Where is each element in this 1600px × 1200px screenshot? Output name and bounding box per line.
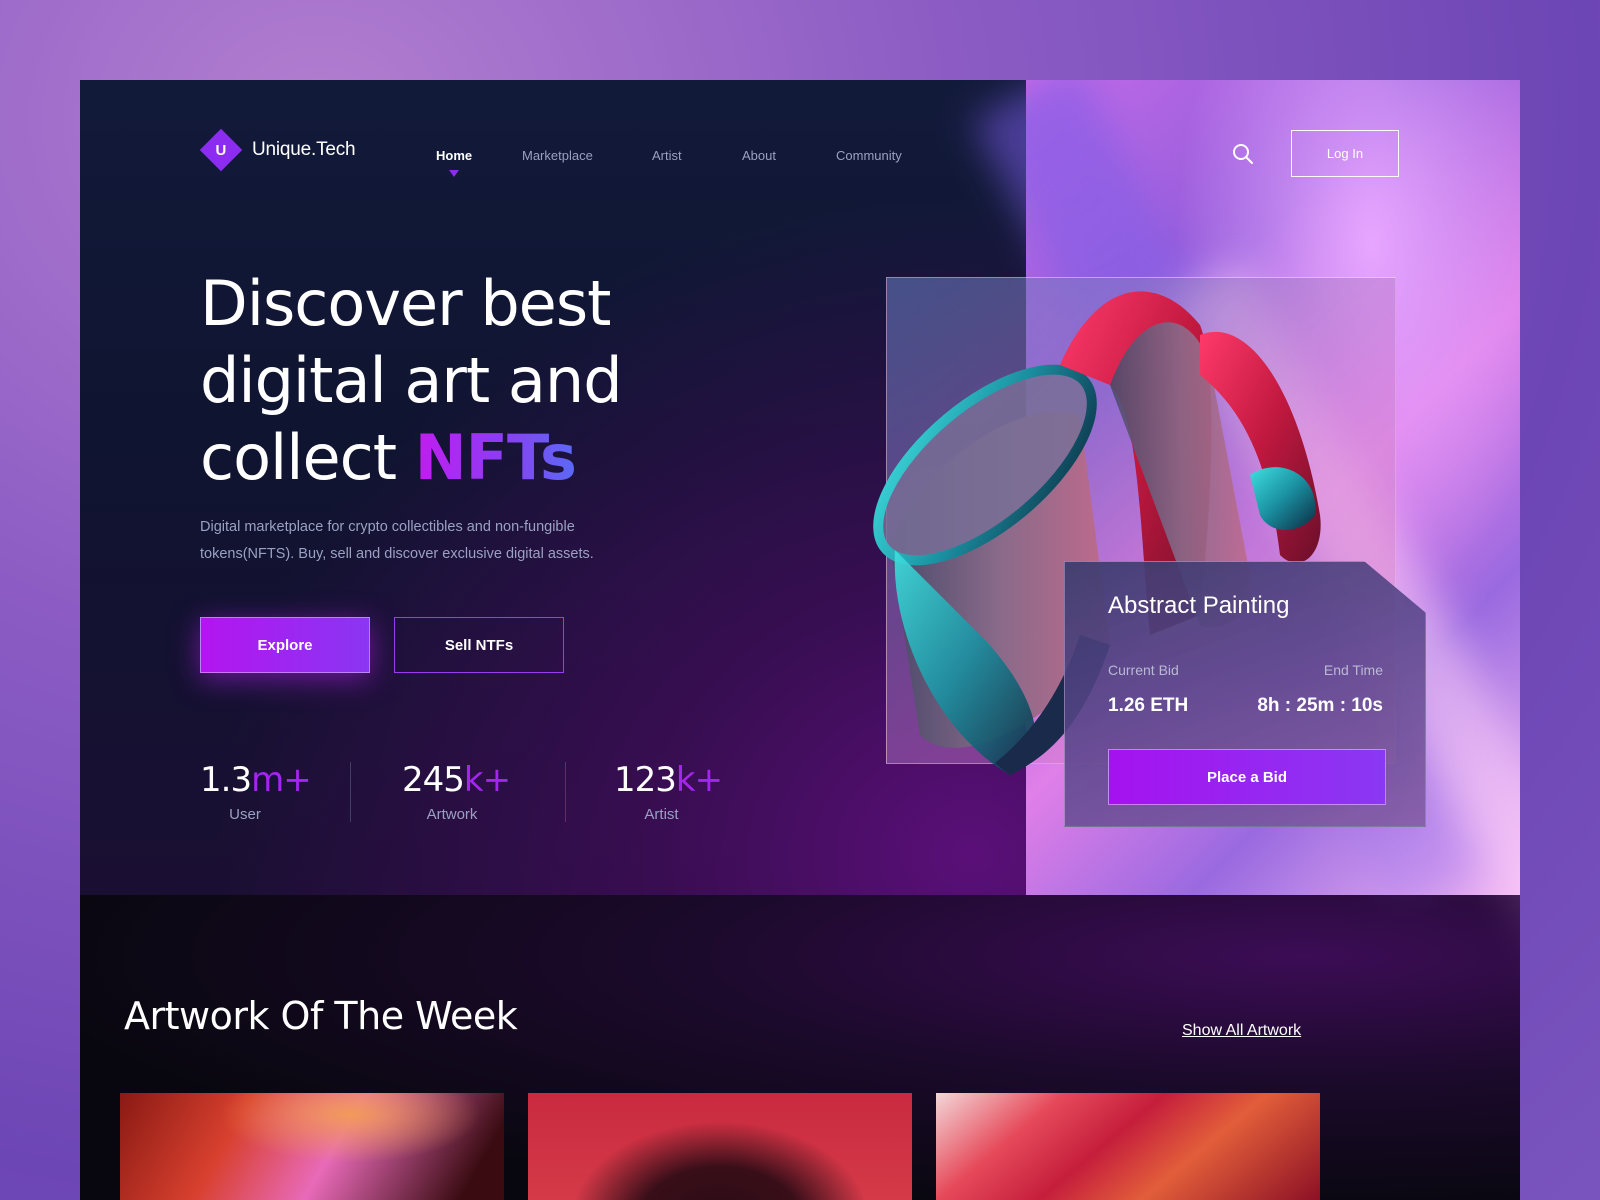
bid-card: Abstract Painting Current Bid End Time 1… bbox=[1064, 561, 1426, 827]
current-bid-value: 1.26 ETH bbox=[1108, 695, 1189, 716]
nav-item-home[interactable]: Home bbox=[436, 148, 472, 177]
show-all-artwork-link[interactable]: Show All Artwork bbox=[1182, 1022, 1301, 1040]
end-time-label: End Time bbox=[1323, 662, 1383, 678]
explore-button[interactable]: Explore bbox=[200, 617, 370, 673]
hero-headline: Discover best digital art and collect NF… bbox=[200, 267, 623, 494]
logo-icon: U bbox=[199, 128, 243, 172]
brand-name: Unique.Tech bbox=[252, 139, 356, 160]
brand-logo[interactable]: U Unique.Tech bbox=[199, 128, 356, 172]
nav-item-community[interactable]: Community bbox=[836, 148, 902, 163]
artwork-thumbnail[interactable] bbox=[936, 1093, 1320, 1200]
end-time-value: 8h : 25m : 10s bbox=[1257, 695, 1383, 716]
caret-down-icon bbox=[449, 170, 460, 177]
nav-item-artist[interactable]: Artist bbox=[652, 148, 682, 163]
login-button[interactable]: Log In bbox=[1291, 130, 1399, 177]
stat-divider bbox=[350, 762, 351, 822]
current-bid-label: Current Bid bbox=[1108, 662, 1179, 678]
hero-subtitle: Digital marketplace for crypto collectib… bbox=[200, 519, 594, 562]
nav-item-marketplace[interactable]: Marketplace bbox=[522, 148, 593, 163]
nav-item-about[interactable]: About bbox=[742, 148, 776, 163]
stat-divider bbox=[565, 762, 566, 822]
headline-accent: NFTs bbox=[414, 421, 577, 494]
sell-nfts-button[interactable]: Sell NTFs bbox=[394, 617, 564, 673]
stat-users: 1.3m+ User bbox=[200, 760, 312, 823]
place-bid-button[interactable]: Place a Bid bbox=[1108, 749, 1386, 805]
section-title: Artwork Of The Week bbox=[124, 994, 518, 1038]
artwork-thumbnail[interactable] bbox=[528, 1093, 912, 1200]
stat-artwork: 245k+ Artwork bbox=[402, 760, 511, 823]
stat-artists: 123k+ Artist bbox=[614, 760, 723, 823]
artwork-title: Abstract Painting bbox=[1108, 592, 1290, 619]
artwork-thumbnail[interactable] bbox=[120, 1093, 504, 1200]
search-icon[interactable] bbox=[1232, 143, 1254, 165]
